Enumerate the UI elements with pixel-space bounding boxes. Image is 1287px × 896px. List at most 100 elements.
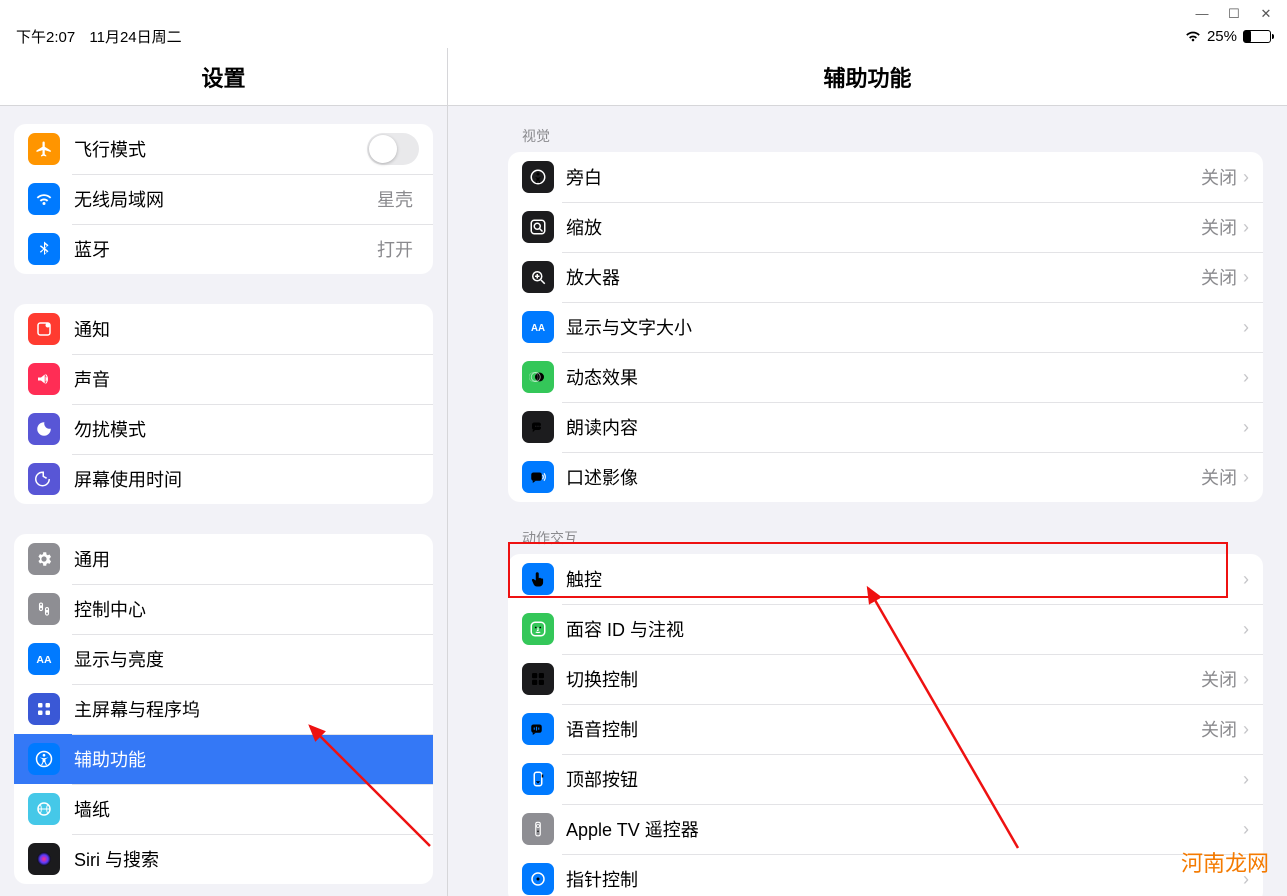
siri-icon — [28, 843, 60, 875]
section-header: 视觉 — [508, 126, 1263, 152]
status-time: 下午2:07 — [16, 29, 75, 46]
sidebar-item-airplane[interactable]: 飞行模式 — [14, 124, 433, 174]
sidebar-item-label: 无线局域网 — [74, 186, 377, 212]
sidebar-item-controlcenter[interactable]: 控制中心 — [14, 584, 433, 634]
detail-item-label: 切换控制 — [566, 666, 1201, 692]
chevron-right-icon: › — [1243, 267, 1249, 288]
detail-title: 辅助功能 — [448, 48, 1287, 106]
maximize-button[interactable]: ☐ — [1227, 6, 1241, 24]
dnd-icon — [28, 413, 60, 445]
chevron-right-icon: › — [1243, 769, 1249, 790]
sidebar-item-wifi[interactable]: 无线局域网 星壳 — [14, 174, 433, 224]
sidebar-item-label: 蓝牙 — [74, 236, 377, 262]
airplane-switch[interactable] — [367, 133, 419, 165]
switchcontrol-value: 关闭 — [1201, 666, 1237, 692]
chevron-right-icon: › — [1243, 669, 1249, 690]
faceid-icon — [522, 613, 554, 645]
switchcontrol-icon — [522, 663, 554, 695]
accessibility-icon — [28, 743, 60, 775]
chevron-right-icon: › — [1243, 819, 1249, 840]
touch-icon — [522, 563, 554, 595]
wallpaper-icon — [28, 793, 60, 825]
sidebar-item-label: 辅助功能 — [74, 746, 419, 772]
detail-item-faceid[interactable]: 面容 ID 与注视 › — [508, 604, 1263, 654]
minimize-button[interactable]: — — [1195, 6, 1209, 24]
sidebar-item-label: Siri 与搜索 — [74, 846, 419, 872]
detail-item-motion[interactable]: 动态效果 › — [508, 352, 1263, 402]
section-header: 动作交互 — [508, 528, 1263, 554]
textsize-icon — [522, 311, 554, 343]
sidebar-group-general: 通用 控制中心 显示与亮度 主屏幕与程序坞 辅助功能 墙纸 Siri 与搜索 — [14, 534, 433, 884]
sidebar-item-label: 主屏幕与程序坞 — [74, 696, 419, 722]
detail-item-label: 显示与文字大小 — [566, 314, 1243, 340]
notify-icon — [28, 313, 60, 345]
zoom-value: 关闭 — [1201, 214, 1237, 240]
detail-item-appletv[interactable]: Apple TV 遥控器 › — [508, 804, 1263, 854]
detail-item-topbutton[interactable]: 顶部按钮 › — [508, 754, 1263, 804]
detail-item-audiodesc[interactable]: 口述影像 关闭› — [508, 452, 1263, 502]
sidebar-item-dnd[interactable]: 勿扰模式 — [14, 404, 433, 454]
detail-item-touch[interactable]: 触控 › — [508, 554, 1263, 604]
detail-item-label: 语音控制 — [566, 716, 1201, 742]
bluetooth-value: 打开 — [377, 236, 413, 262]
pointer-icon — [522, 863, 554, 895]
wifi-icon — [1185, 30, 1201, 43]
sidebar-item-wallpaper[interactable]: 墙纸 — [14, 784, 433, 834]
detail-group: 触控 › 面容 ID 与注视 › 切换控制 关闭 › 语音控制 关闭› 顶部按钮 … — [508, 554, 1263, 896]
sidebar-item-label: 通知 — [74, 316, 419, 342]
bluetooth-icon — [28, 233, 60, 265]
accessibility-detail[interactable]: 视觉 旁白 关闭› 缩放 关闭› 放大器 关闭› 显示与文字大小 › 动态效果 … — [448, 106, 1287, 896]
sidebar-item-label: 飞行模式 — [74, 136, 367, 162]
voicecontrol-icon — [522, 713, 554, 745]
screentime-icon — [28, 463, 60, 495]
sidebar-item-general[interactable]: 通用 — [14, 534, 433, 584]
detail-item-textsize[interactable]: 显示与文字大小 › — [508, 302, 1263, 352]
sidebar-item-accessibility[interactable]: 辅助功能 — [14, 734, 433, 784]
sidebar-group-notifications: 通知 声音 勿扰模式 屏幕使用时间 — [14, 304, 433, 504]
detail-item-pointer[interactable]: 指针控制 › — [508, 854, 1263, 896]
chevron-right-icon: › — [1243, 217, 1249, 238]
status-bar: 下午2:07 11月24日周二 25% — [0, 24, 1287, 48]
battery-icon — [1243, 30, 1271, 43]
detail-item-magnifier[interactable]: 放大器 关闭› — [508, 252, 1263, 302]
chevron-right-icon: › — [1243, 719, 1249, 740]
detail-item-label: 旁白 — [566, 164, 1201, 190]
detail-item-label: 面容 ID 与注视 — [566, 616, 1243, 642]
sidebar-item-sound[interactable]: 声音 — [14, 354, 433, 404]
detail-item-voiceover[interactable]: 旁白 关闭› — [508, 152, 1263, 202]
sidebar-item-homescreen[interactable]: 主屏幕与程序坞 — [14, 684, 433, 734]
zoom-icon — [522, 211, 554, 243]
magnifier-value: 关闭 — [1201, 264, 1237, 290]
settings-sidebar[interactable]: 飞行模式 无线局域网 星壳 蓝牙 打开 通知 声音 勿扰模式 屏幕使用时间 通用… — [0, 106, 448, 896]
detail-item-label: 顶部按钮 — [566, 766, 1243, 792]
detail-item-spoken[interactable]: 朗读内容 › — [508, 402, 1263, 452]
detail-item-switchcontrol[interactable]: 切换控制 关闭 › — [508, 654, 1263, 704]
sidebar-item-label: 墙纸 — [74, 796, 419, 822]
sidebar-item-siri[interactable]: Siri 与搜索 — [14, 834, 433, 884]
chevron-right-icon: › — [1243, 317, 1249, 338]
sound-icon — [28, 363, 60, 395]
voiceover-icon — [522, 161, 554, 193]
close-button[interactable]: ✕ — [1259, 6, 1273, 24]
sidebar-item-notify[interactable]: 通知 — [14, 304, 433, 354]
status-left: 下午2:07 11月24日周二 — [16, 26, 192, 47]
audiodesc-value: 关闭 — [1201, 464, 1237, 490]
chevron-right-icon: › — [1243, 467, 1249, 488]
sidebar-item-display[interactable]: 显示与亮度 — [14, 634, 433, 684]
topbutton-icon — [522, 763, 554, 795]
airplane-icon — [28, 133, 60, 165]
sidebar-item-screentime[interactable]: 屏幕使用时间 — [14, 454, 433, 504]
motion-icon — [522, 361, 554, 393]
chevron-right-icon: › — [1243, 167, 1249, 188]
sidebar-item-bluetooth[interactable]: 蓝牙 打开 — [14, 224, 433, 274]
homescreen-icon — [28, 693, 60, 725]
sidebar-item-label: 控制中心 — [74, 596, 419, 622]
chevron-right-icon: › — [1243, 417, 1249, 438]
detail-item-voicecontrol[interactable]: 语音控制 关闭› — [508, 704, 1263, 754]
detail-item-label: 朗读内容 — [566, 414, 1243, 440]
spoken-icon — [522, 411, 554, 443]
wifi-value: 星壳 — [377, 186, 413, 212]
detail-item-zoom[interactable]: 缩放 关闭› — [508, 202, 1263, 252]
sidebar-item-label: 勿扰模式 — [74, 416, 419, 442]
pane-titles: 设置 辅助功能 — [0, 48, 1287, 106]
